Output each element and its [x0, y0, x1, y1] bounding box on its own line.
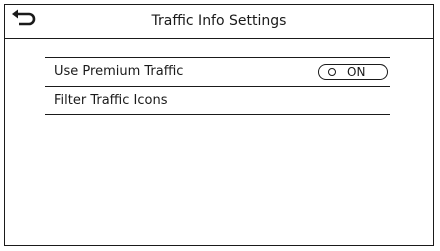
page-title: Traffic Info Settings	[151, 13, 287, 29]
toggle-state-label: ON	[347, 65, 366, 79]
settings-list: Use Premium Traffic ON Filter Traffic Ic…	[45, 57, 390, 115]
setting-label: Use Premium Traffic	[54, 64, 184, 79]
premium-traffic-toggle[interactable]: ON	[318, 64, 388, 80]
screen-frame: Traffic Info Settings Use Premium Traffi…	[4, 4, 434, 246]
setting-row-use-premium-traffic[interactable]: Use Premium Traffic ON	[45, 57, 390, 86]
setting-label: Filter Traffic Icons	[54, 93, 168, 108]
header-bar: Traffic Info Settings	[5, 5, 433, 39]
toggle-indicator-icon	[328, 68, 336, 76]
setting-row-filter-traffic-icons[interactable]: Filter Traffic Icons	[45, 86, 390, 115]
